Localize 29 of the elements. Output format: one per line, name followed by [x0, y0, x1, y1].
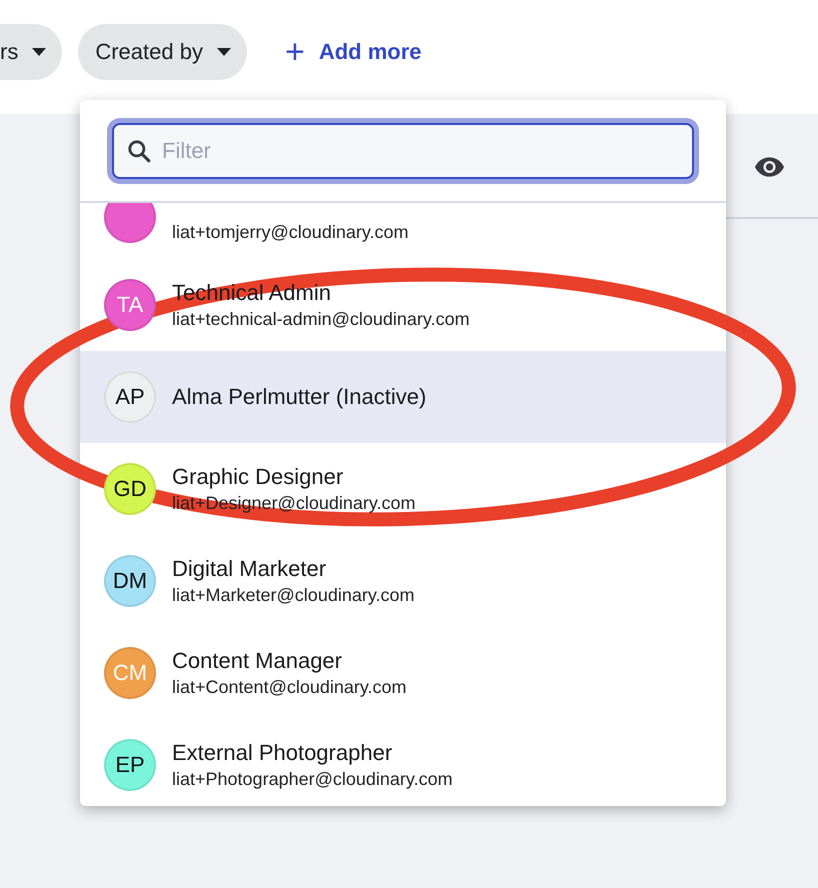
- user-email: liat+Content@cloudinary.com: [172, 677, 407, 698]
- user-option[interactable]: CM Content Manager liat+Content@cloudinary.com: [80, 627, 726, 719]
- user-email: liat+technical-admin@cloudinary.com: [172, 309, 470, 330]
- user-option[interactable]: liat+tomjerry@cloudinary.com: [80, 203, 726, 259]
- user-avatar: GD: [104, 463, 156, 515]
- user-name: Content Manager: [172, 648, 343, 674]
- user-option[interactable]: DM Digital Marketer liat+Marketer@cloudinary.com: [80, 535, 726, 627]
- user-name: Alma Perlmutter (Inactive): [172, 384, 426, 410]
- filter-chip[interactable]: Created by: [78, 24, 247, 80]
- filter-field[interactable]: Filter: [160, 125, 680, 177]
- user-avatar: TA: [104, 279, 156, 331]
- filter-chip[interactable]: rs: [0, 24, 62, 80]
- user-option[interactable]: EP External Photographer liat+Photographer@cloudinary.com: [80, 719, 726, 806]
- user-name: Graphic Designer: [172, 464, 344, 490]
- caret-icon: [216, 48, 231, 56]
- user-avatar: AP: [104, 371, 156, 423]
- user-avatar: CM: [104, 647, 156, 699]
- eye-icon[interactable]: [755, 157, 784, 177]
- user-name: Digital Marketer: [172, 556, 328, 582]
- user-email: liat+tomjerry@cloudinary.com: [172, 222, 409, 243]
- user-name: External Photographer: [172, 740, 394, 766]
- user-option[interactable]: AP Alma Perlmutter (Inactive): [80, 351, 726, 443]
- user-avatar: EP: [104, 739, 156, 791]
- add-more-button[interactable]: + Add more: [284, 35, 422, 69]
- search-icon: [126, 138, 152, 164]
- caret-icon: [32, 48, 46, 56]
- user-email: liat+Marketer@cloudinary.com: [172, 585, 415, 606]
- user-avatar: DM: [104, 555, 156, 607]
- user-email: liat+Photographer@cloudinary.com: [172, 769, 453, 790]
